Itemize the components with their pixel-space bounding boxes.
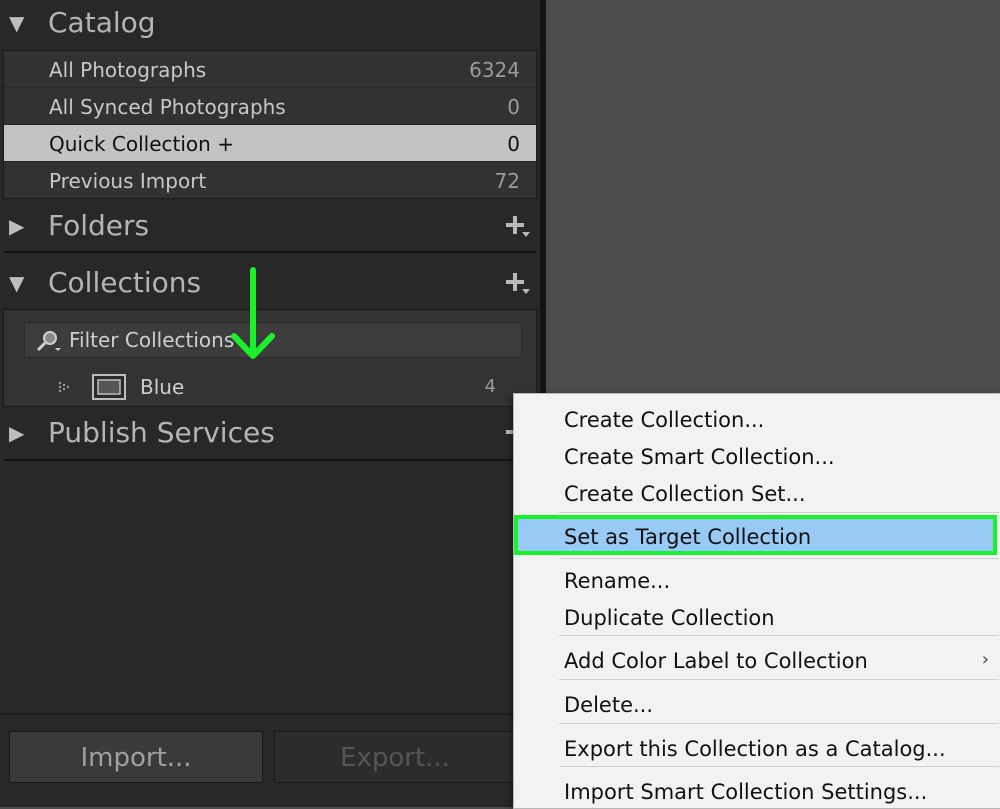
- menu-item-delete[interactable]: Delete...: [514, 685, 1000, 721]
- menu-item-label: Duplicate Collection: [564, 606, 775, 630]
- catalog-item-label: All Photographs: [49, 58, 207, 82]
- plus-icon[interactable]: [502, 270, 530, 296]
- filter-placeholder: Filter Collections: [69, 328, 235, 352]
- menu-item-label: Create Collection Set...: [564, 482, 806, 506]
- menu-item-create-smart-collection[interactable]: Create Smart Collection...: [514, 437, 1000, 473]
- menu-item-import-smart-collection-settings[interactable]: Import Smart Collection Settings...: [514, 772, 1000, 808]
- catalog-item-quick-collection[interactable]: Quick Collection + 0: [4, 125, 536, 162]
- catalog-item-count: 6324: [469, 58, 520, 82]
- chevron-right-icon: ›: [981, 649, 989, 670]
- dots-handle-icon: [58, 381, 70, 393]
- collection-count: 4: [484, 376, 496, 397]
- folders-title: Folders: [48, 209, 150, 242]
- triangle-right-icon[interactable]: ▶: [9, 421, 24, 445]
- catalog-title: Catalog: [48, 6, 156, 39]
- collection-label: Blue: [140, 375, 185, 399]
- catalog-item-all-synced[interactable]: All Synced Photographs 0: [4, 88, 536, 125]
- menu-item-rename[interactable]: Rename...: [514, 561, 1000, 597]
- menu-item-label: Export this Collection as a Catalog...: [564, 737, 946, 761]
- catalog-item-label: Previous Import: [49, 169, 207, 193]
- collections-title: Collections: [48, 266, 202, 299]
- menu-item-label: Import Smart Collection Settings...: [564, 780, 928, 804]
- menu-item-create-collection-set[interactable]: Create Collection Set...: [514, 474, 1000, 510]
- menu-item-label: Create Collection...: [564, 408, 765, 432]
- divider: [4, 251, 536, 253]
- menu-item-label: Rename...: [564, 569, 671, 593]
- export-button[interactable]: Export...: [274, 731, 516, 783]
- catalog-item-label: All Synced Photographs: [49, 95, 286, 119]
- catalog-item-count: 72: [494, 169, 520, 193]
- menu-item-label: Set as Target Collection: [564, 525, 812, 549]
- triangle-down-icon[interactable]: ▼: [9, 11, 24, 35]
- magnifier-icon: [36, 331, 61, 352]
- collection-context-menu: Create Collection... Create Smart Collec…: [513, 393, 1000, 809]
- catalog-item-label: Quick Collection +: [49, 132, 234, 156]
- publish-services-title: Publish Services: [48, 416, 275, 449]
- triangle-down-icon[interactable]: ▼: [9, 271, 24, 295]
- menu-item-create-collection[interactable]: Create Collection...: [514, 400, 1000, 436]
- menu-separator: [559, 558, 999, 559]
- menu-separator: [559, 723, 999, 724]
- triangle-right-icon[interactable]: ▶: [9, 214, 24, 238]
- menu-item-add-color-label[interactable]: Add Color Label to Collection ›: [514, 641, 1000, 677]
- menu-item-label: Add Color Label to Collection: [564, 649, 868, 673]
- divider: [0, 713, 540, 715]
- catalog-list: All Photographs 6324 All Synced Photogra…: [3, 50, 537, 199]
- green-arrow-down: [231, 267, 275, 359]
- catalog-item-count: 0: [507, 132, 520, 156]
- menu-separator: [559, 679, 999, 680]
- menu-separator: [559, 635, 999, 636]
- menu-item-label: Delete...: [564, 693, 654, 717]
- menu-item-label: Create Smart Collection...: [564, 445, 835, 469]
- left-panel: ▼ Catalog All Photographs 6324 All Synce…: [0, 0, 540, 807]
- catalog-item-count: 0: [507, 95, 520, 119]
- catalog-item-previous-import[interactable]: Previous Import 72: [4, 162, 536, 198]
- import-button[interactable]: Import...: [9, 731, 263, 783]
- publish-services-header[interactable]: ▶ Publish Services: [0, 410, 540, 458]
- menu-separator: [559, 512, 999, 513]
- plus-icon[interactable]: [502, 213, 530, 239]
- menu-item-set-as-target-collection[interactable]: Set as Target Collection: [514, 515, 997, 555]
- menu-item-duplicate-collection[interactable]: Duplicate Collection: [514, 598, 1000, 634]
- menu-separator: [559, 766, 999, 767]
- collection-item-blue[interactable]: Blue 4: [4, 370, 536, 404]
- catalog-item-all-photographs[interactable]: All Photographs 6324: [4, 51, 536, 88]
- catalog-header[interactable]: ▼ Catalog: [0, 0, 540, 48]
- divider: [4, 459, 536, 461]
- collection-icon: [92, 374, 126, 400]
- folders-header[interactable]: ▶ Folders: [0, 203, 540, 251]
- menu-item-export-as-catalog[interactable]: Export this Collection as a Catalog...: [514, 729, 1000, 765]
